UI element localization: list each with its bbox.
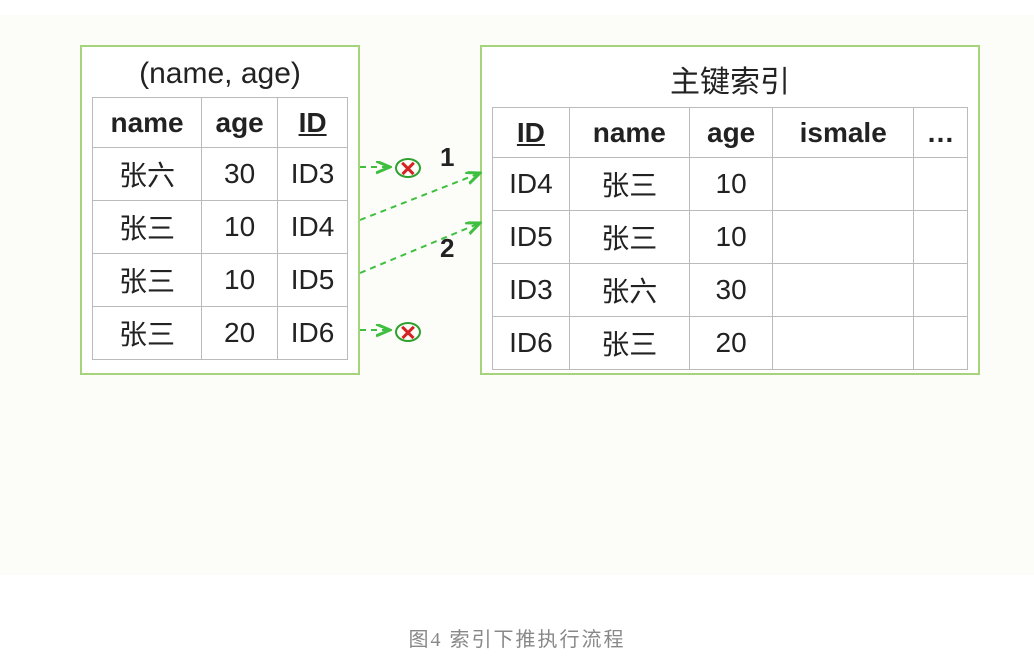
table-cell: 30 [689,264,773,317]
table-cell: 张三 [93,254,202,307]
table-cell: 10 [689,158,773,211]
column-header: ismale [773,108,913,158]
table-cell [913,264,967,317]
arrow-label-2: 2 [440,233,454,264]
table-cell: 10 [202,254,278,307]
diagram-canvas: (name, age) nameageID 张六30ID3张三10ID4张三10… [0,15,1034,575]
primary-index-table: IDnameageismale… ID4张三10ID5张三10ID3张六30ID… [492,107,968,370]
table-cell: 张六 [569,264,689,317]
column-header: … [913,108,967,158]
table-cell: 张三 [569,317,689,370]
table-row: 张三10ID5 [93,254,348,307]
table-cell [913,317,967,370]
table-cell: ID4 [278,201,348,254]
figure-caption: 图4 索引下推执行流程 [0,623,1034,652]
table-cell: 20 [689,317,773,370]
column-header: ID [493,108,570,158]
table-row: 张三20ID6 [93,307,348,360]
column-header: age [689,108,773,158]
table-cell: ID5 [278,254,348,307]
table-cell: 10 [202,201,278,254]
primary-index-box: 主键索引 IDnameageismale… ID4张三10ID5张三10ID3张… [480,45,980,375]
table-cell: ID3 [493,264,570,317]
table-row: ID6张三20 [493,317,968,370]
column-header: ID [278,98,348,148]
table-cell: ID4 [493,158,570,211]
table-cell: ID6 [493,317,570,370]
reject-icon [395,322,421,342]
table-cell: 张三 [569,158,689,211]
secondary-index-box: (name, age) nameageID 张六30ID3张三10ID4张三10… [80,45,360,375]
secondary-index-title: (name, age) [82,47,358,97]
table-cell [913,211,967,264]
column-header: age [202,98,278,148]
table-cell: ID6 [278,307,348,360]
table-cell: ID3 [278,148,348,201]
table-cell: 20 [202,307,278,360]
table-row: ID5张三10 [493,211,968,264]
table-cell [773,264,913,317]
table-row: ID4张三10 [493,158,968,211]
table-cell [773,211,913,264]
table-cell [773,317,913,370]
table-row: 张三10ID4 [93,201,348,254]
reject-icon [395,158,421,178]
secondary-index-table: nameageID 张六30ID3张三10ID4张三10ID5张三20ID6 [92,97,348,360]
table-cell: 张三 [93,201,202,254]
table-cell: 张六 [93,148,202,201]
table-row: 张六30ID3 [93,148,348,201]
table-cell: ID5 [493,211,570,264]
primary-index-title: 主键索引 [482,47,978,107]
arrow-label-1: 1 [440,142,454,173]
table-cell [913,158,967,211]
table-cell [773,158,913,211]
table-row: ID3张六30 [493,264,968,317]
column-header: name [569,108,689,158]
table-cell: 30 [202,148,278,201]
table-cell: 10 [689,211,773,264]
table-cell: 张三 [569,211,689,264]
column-header: name [93,98,202,148]
table-cell: 张三 [93,307,202,360]
